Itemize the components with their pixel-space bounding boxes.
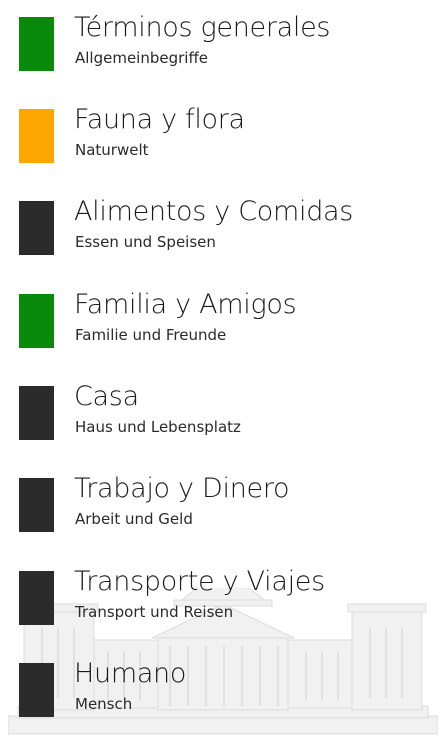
category-title: Fauna y flora — [74, 104, 245, 135]
category-color-tile — [19, 571, 54, 625]
category-color-tile — [19, 17, 54, 71]
category-title: Trabajo y Dinero — [74, 473, 290, 504]
category-title: Transporte y Viajes — [74, 566, 325, 597]
category-title: Casa — [74, 381, 139, 412]
category-subtitle: Transport und Reisen — [75, 603, 234, 621]
category-item-fauna-y-flora[interactable]: Fauna y flora Naturwelt — [0, 92, 443, 172]
category-item-casa[interactable]: Casa Haus und Lebensplatz — [0, 369, 443, 449]
category-color-tile — [19, 109, 54, 163]
category-subtitle: Naturwelt — [75, 141, 149, 159]
category-title: Humano — [74, 658, 187, 689]
category-subtitle: Arbeit und Geld — [75, 510, 193, 528]
category-item-alimentos-y-comidas[interactable]: Alimentos y Comidas Essen und Speisen — [0, 184, 443, 264]
category-item-humano[interactable]: Humano Mensch — [0, 646, 443, 726]
category-item-trabajo-y-dinero[interactable]: Trabajo y Dinero Arbeit und Geld — [0, 461, 443, 541]
category-title: Familia y Amigos — [74, 289, 297, 320]
category-subtitle: Haus und Lebensplatz — [75, 418, 241, 436]
category-color-tile — [19, 201, 54, 255]
category-item-familia-y-amigos[interactable]: Familia y Amigos Familie und Freunde — [0, 277, 443, 357]
category-subtitle: Essen und Speisen — [75, 233, 216, 251]
category-item-terminos-generales[interactable]: Términos generales Allgemeinbegriffe — [0, 0, 443, 80]
category-title: Términos generales — [74, 12, 331, 43]
category-subtitle: Allgemeinbegriffe — [75, 49, 209, 67]
category-color-tile — [19, 478, 54, 532]
category-subtitle: Familie und Freunde — [75, 326, 227, 344]
category-item-transporte-y-viajes[interactable]: Transporte y Viajes Transport und Reisen — [0, 554, 443, 634]
category-color-tile — [19, 663, 54, 717]
category-color-tile — [19, 386, 54, 440]
category-color-tile — [19, 294, 54, 348]
category-subtitle: Mensch — [75, 695, 133, 713]
category-title: Alimentos y Comidas — [74, 196, 354, 227]
